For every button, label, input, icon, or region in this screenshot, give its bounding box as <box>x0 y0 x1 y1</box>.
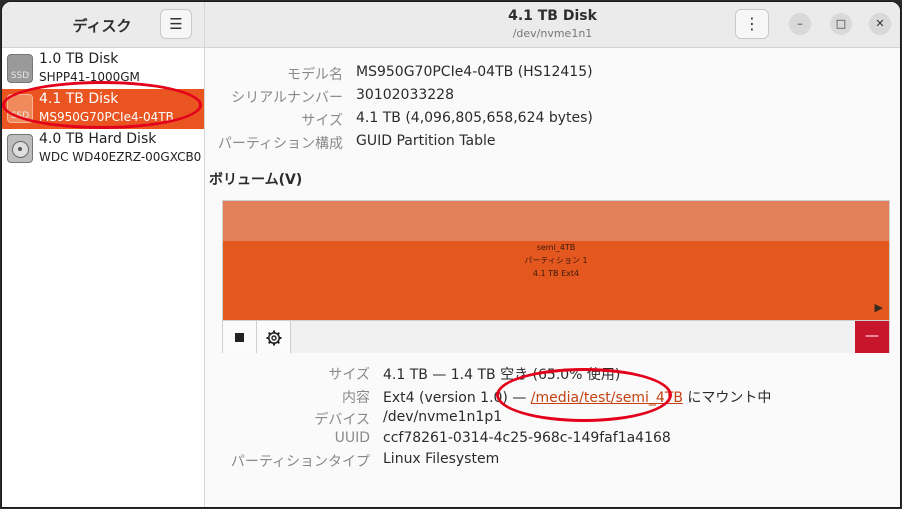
partition-options-button[interactable] <box>257 321 291 353</box>
minimize-icon: – <box>797 17 803 30</box>
maximize-icon: □ <box>835 17 847 30</box>
partition-number: パーティション 1 <box>524 256 588 265</box>
delete-partition-button[interactable]: — <box>855 321 889 353</box>
hamburger-menu-icon: ☰ <box>169 15 183 33</box>
close-button[interactable]: ✕ <box>869 13 891 35</box>
kebab-menu-icon: ⋮ <box>744 14 760 33</box>
serial-label: シリアルナンバー <box>231 90 343 106</box>
partitioning-value: GUID Partition Table <box>356 133 496 149</box>
size-value: 4.1 TB (4,096,805,658,624 bytes) <box>356 110 593 126</box>
disks-window: ディスク ☰ SSD 1.0 TB Disk SHPP41-1000GM SSD… <box>1 1 901 508</box>
ssd-icon: SSD <box>7 94 33 123</box>
serial-value: 30102033228 <box>356 87 454 103</box>
partition-size-value: 4.1 TB — 1.4 TB 空き (65.0% 使用) <box>383 367 621 383</box>
sidebar: ディスク ☰ SSD 1.0 TB Disk SHPP41-1000GM SSD… <box>2 2 205 507</box>
disk-model: SHPP41-1000GM <box>39 70 140 84</box>
minimize-button[interactable]: – <box>789 13 811 35</box>
device-label: デバイス <box>314 412 370 428</box>
volume-map: semi_4TB パーティション 1 4.1 TB Ext4 ▶ — <box>222 200 890 353</box>
partition-fs: 4.1 TB Ext4 <box>532 269 580 278</box>
partition-label: semi_4TB パーティション 1 4.1 TB Ext4 <box>223 241 889 280</box>
volume-toolbar: — <box>223 320 889 353</box>
maximize-button[interactable]: □ <box>830 13 852 35</box>
partition-usage-fill <box>223 201 889 241</box>
partitioning-label: パーティション構成 <box>217 136 343 152</box>
disk-name: 4.1 TB Disk <box>39 91 119 107</box>
sidebar-disk-1tb[interactable]: SSD 1.0 TB Disk SHPP41-1000GM <box>2 49 204 89</box>
partition-1-block[interactable]: semi_4TB パーティション 1 4.1 TB Ext4 ▶ <box>223 201 889 320</box>
contents-value: Ext4 (version 1.0) — /media/test/semi_4T… <box>383 387 771 407</box>
play-arrow-icon: ▶ <box>874 301 883 314</box>
uuid-label: UUID <box>334 430 370 446</box>
hard-disk-icon <box>7 134 33 163</box>
main-menu-button[interactable]: ☰ <box>160 9 192 39</box>
partition-size-label: サイズ <box>328 367 370 383</box>
disk-model: MS950G70PCIe4-04TB <box>39 110 174 124</box>
contents-prefix: Ext4 (version 1.0) — <box>383 390 531 406</box>
partition-name: semi_4TB <box>536 243 576 252</box>
stop-icon <box>235 333 244 342</box>
ssd-icon: SSD <box>7 54 33 83</box>
partition-type-label: パーティションタイプ <box>230 454 370 470</box>
disk-model: WDC WD40EZRZ-00GXCB0 <box>39 150 202 164</box>
sidebar-disk-4tb-selected[interactable]: SSD 4.1 TB Disk MS950G70PCIe4-04TB <box>2 89 204 129</box>
disk-name: 1.0 TB Disk <box>39 51 119 67</box>
contents-label: 内容 <box>342 390 370 406</box>
model-value: MS950G70PCIe4-04TB (HS12415) <box>356 64 593 80</box>
model-label: モデル名 <box>287 67 343 83</box>
gear-icon <box>266 330 281 345</box>
main-header: 4.1 TB Disk /dev/nvme1n1 ⋮ – □ ✕ <box>205 2 900 48</box>
volumes-section-title: ボリューム(V) <box>209 172 303 188</box>
minus-icon: — <box>865 328 879 344</box>
drive-options-button[interactable]: ⋮ <box>735 9 769 39</box>
sidebar-disk-hard-disk[interactable]: 4.0 TB Hard Disk WDC WD40EZRZ-00GXCB0 <box>2 129 204 169</box>
mount-point-link[interactable]: /media/test/semi_4TB <box>531 390 683 406</box>
unmount-button[interactable] <box>223 321 257 353</box>
uuid-value: ccf78261-0314-4c25-968c-149faf1a4168 <box>383 430 671 446</box>
partition-type-value: Linux Filesystem <box>383 451 500 467</box>
contents-suffix: にマウント中 <box>682 390 772 406</box>
close-icon: ✕ <box>875 17 885 30</box>
disk-name: 4.0 TB Hard Disk <box>39 131 157 147</box>
device-value: /dev/nvme1n1p1 <box>383 409 503 425</box>
size-label: サイズ <box>301 113 343 129</box>
sidebar-header: ディスク ☰ <box>2 2 204 48</box>
